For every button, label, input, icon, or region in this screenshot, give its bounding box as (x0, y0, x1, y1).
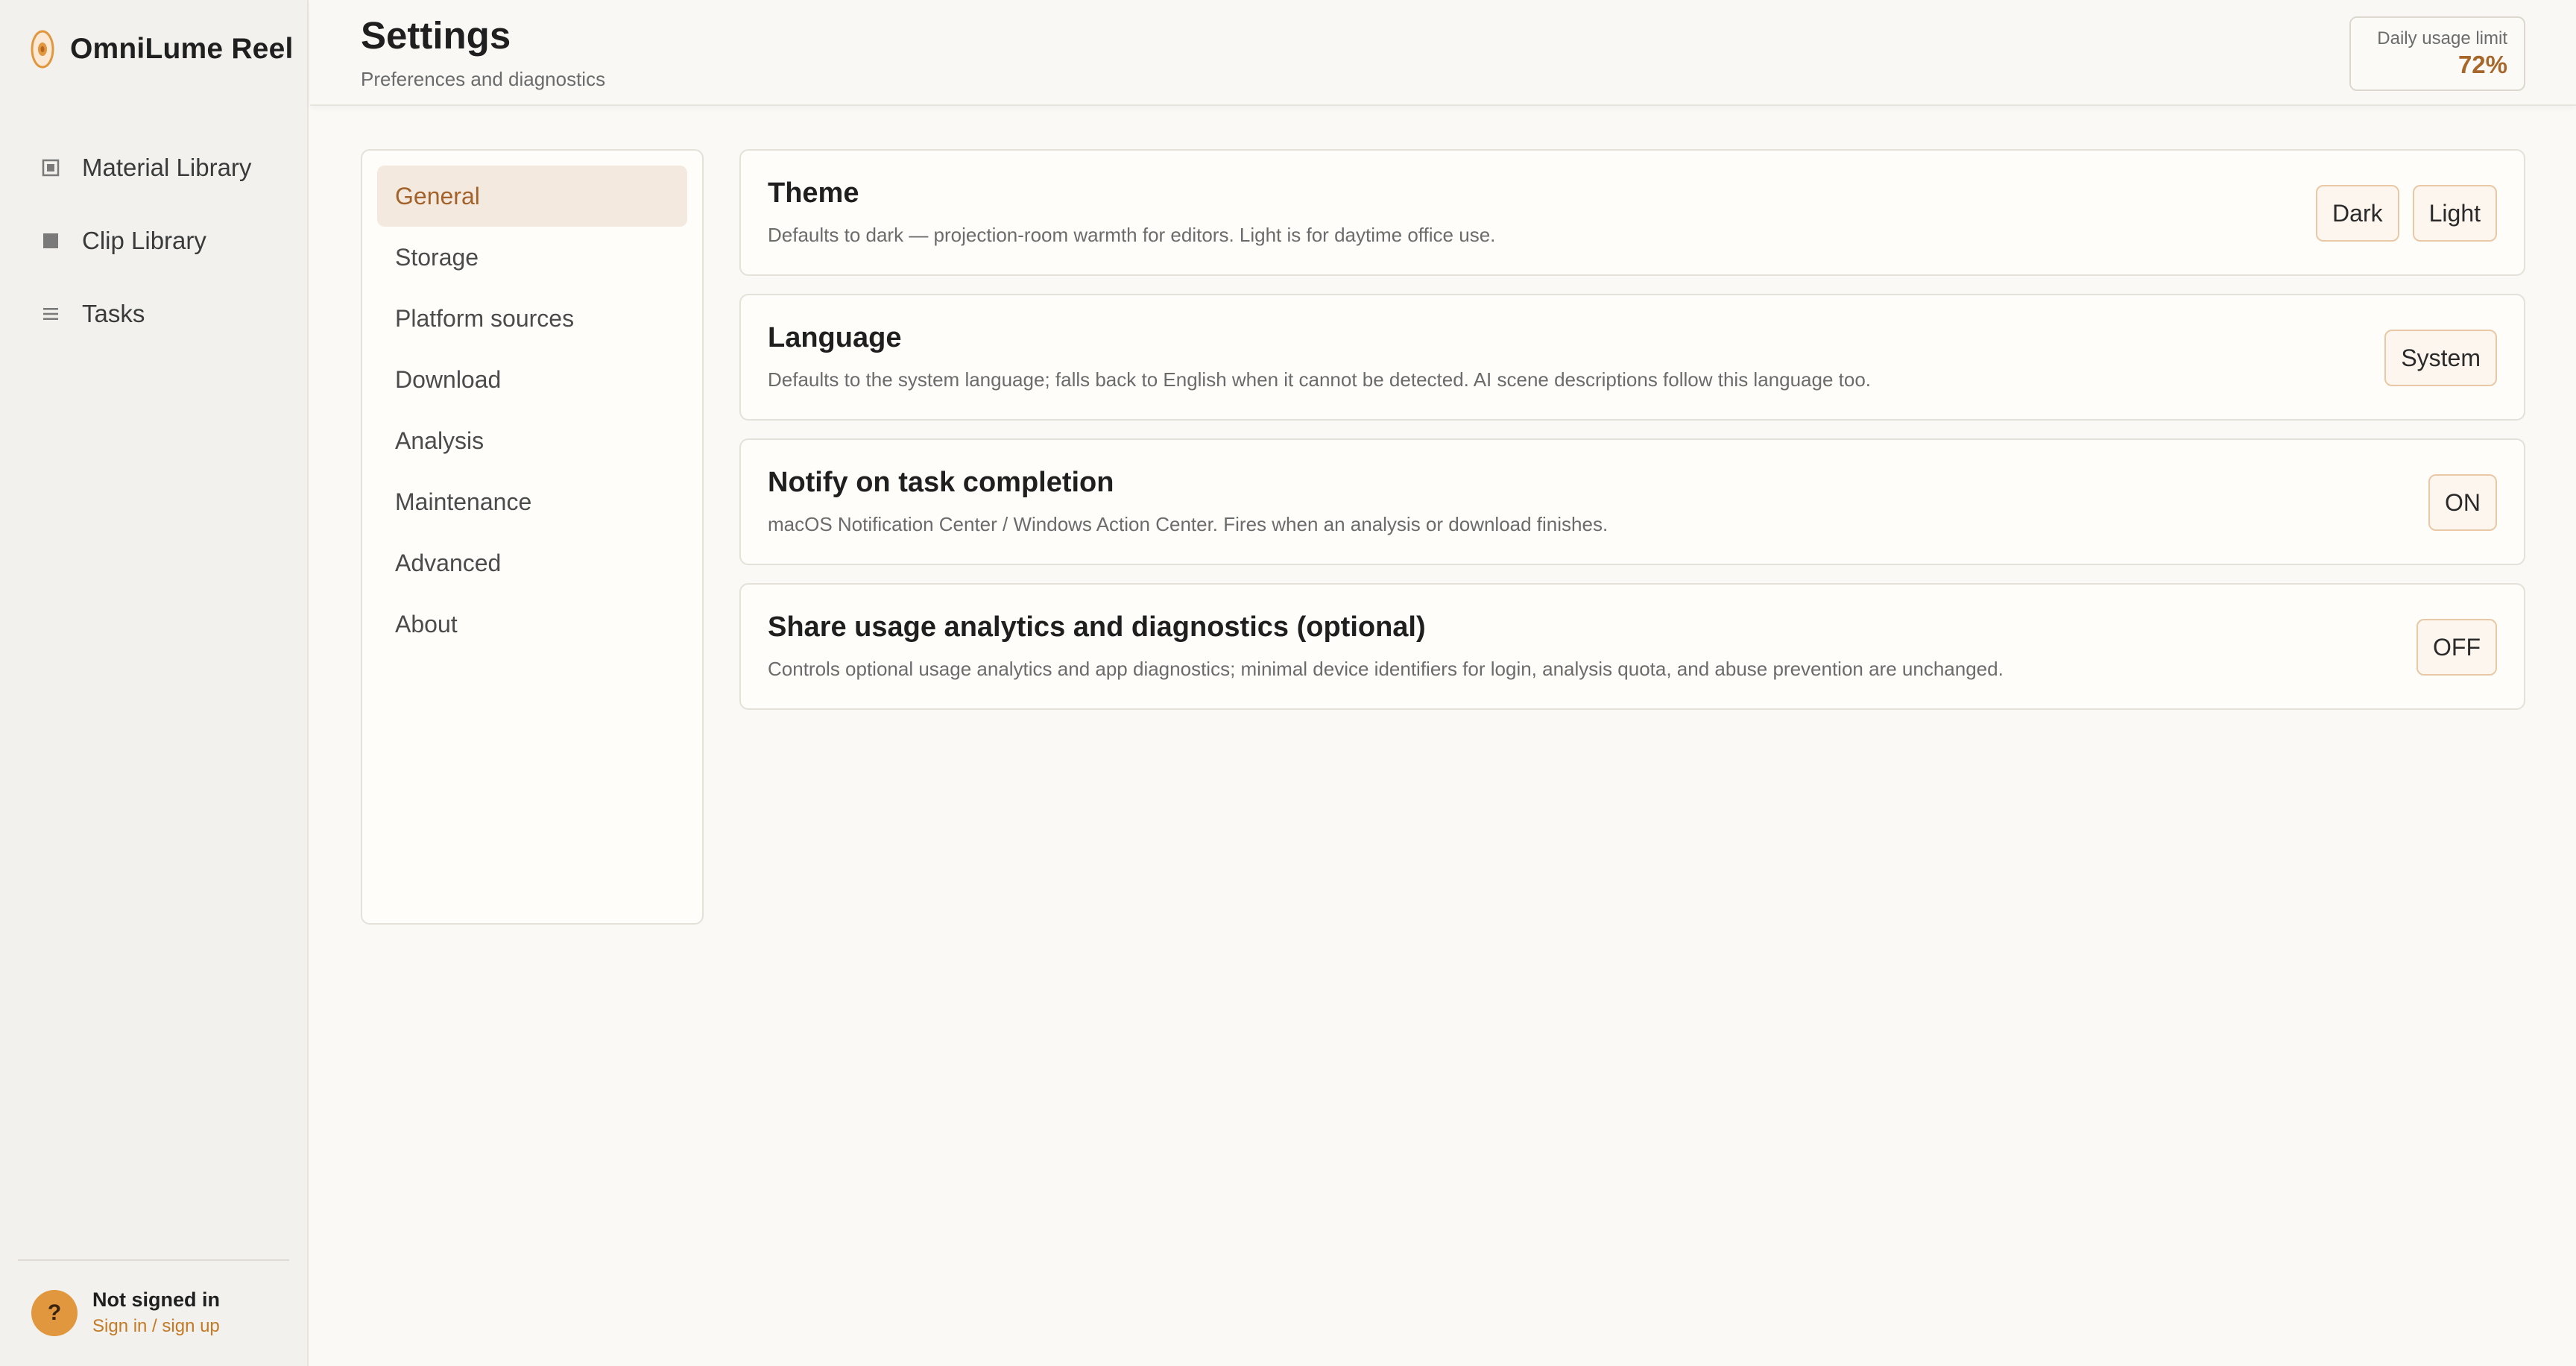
setting-description: Defaults to dark — projection-room warmt… (768, 224, 1496, 246)
settings-tab-download[interactable]: Download (377, 349, 687, 410)
page-header: Settings Preferences and diagnostics Dai… (310, 0, 2576, 106)
app-window: OmniLume Reel Material Library Clip Libr… (0, 0, 2576, 1366)
theme-light-button[interactable]: Light (2412, 185, 2497, 242)
language-setting-card: Language Defaults to the system language… (739, 294, 2525, 421)
settings-tab-label: General (395, 182, 480, 210)
avatar[interactable]: ? (31, 1289, 78, 1336)
settings-tab-label: Platform sources (395, 304, 575, 332)
account-panel: ? Not signed in Sign in / sign up (31, 1288, 220, 1337)
settings-tab-advanced[interactable]: Advanced (377, 532, 687, 594)
clip-library-icon (43, 233, 58, 248)
setting-description: Defaults to the system language; falls b… (768, 368, 1872, 391)
sidebar-item-label: Material Library (82, 154, 252, 181)
sidebar-item-material-library[interactable]: Material Library (0, 131, 307, 204)
settings-tab-label: Maintenance (395, 488, 532, 515)
sidebar-item-label: Clip Library (82, 227, 206, 254)
settings-tab-analysis[interactable]: Analysis (377, 410, 687, 471)
page-title: Settings (361, 14, 511, 57)
sidebar-nav: Material Library Clip Library Tasks (0, 131, 307, 350)
setting-description: Controls optional usage analytics and ap… (768, 658, 2004, 680)
sidebar-item-label: Tasks (82, 300, 145, 327)
setting-description: macOS Notification Center / Windows Acti… (768, 513, 1609, 535)
page-subtitle: Preferences and diagnostics (361, 68, 606, 90)
settings-tab-about[interactable]: About (377, 594, 687, 655)
sidebar-item-clip-library[interactable]: Clip Library (0, 204, 307, 277)
brand: OmniLume Reel (30, 28, 294, 70)
notify-controls: ON (2428, 474, 2497, 531)
general-settings: Theme Defaults to dark — projection-room… (739, 149, 2525, 728)
analytics-toggle-button[interactable]: OFF (2416, 619, 2497, 676)
settings-tab-platform-sources[interactable]: Platform sources (377, 288, 687, 349)
setting-title: Theme (768, 177, 859, 209)
usage-limit-value: 72% (2457, 51, 2507, 78)
analytics-setting-card: Share usage analytics and diagnostics (o… (739, 583, 2525, 710)
settings-tab-label: Advanced (395, 549, 502, 576)
sign-in-link[interactable]: Sign in / sign up (92, 1316, 220, 1337)
app-name: OmniLume Reel (70, 33, 294, 65)
film-reel-logo-icon (31, 30, 54, 69)
material-library-icon (42, 159, 60, 177)
notify-toggle-button[interactable]: ON (2428, 474, 2497, 531)
theme-dark-button[interactable]: Dark (2316, 185, 2399, 242)
analytics-controls: OFF (2416, 619, 2497, 676)
sidebar: OmniLume Reel Material Library Clip Libr… (0, 0, 309, 1366)
settings-tab-general[interactable]: General (377, 166, 687, 227)
account-status: Not signed in (92, 1288, 220, 1311)
setting-title: Share usage analytics and diagnostics (o… (768, 611, 1426, 643)
sidebar-divider (18, 1259, 289, 1261)
tasks-list-icon (43, 308, 58, 320)
language-select-button[interactable]: System (2384, 330, 2497, 386)
settings-tab-maintenance[interactable]: Maintenance (377, 471, 687, 532)
theme-setting-card: Theme Defaults to dark — projection-room… (739, 149, 2525, 276)
settings-tab-label: Download (395, 365, 502, 393)
language-controls: System (2384, 330, 2497, 386)
notify-setting-card: Notify on task completion macOS Notifica… (739, 438, 2525, 565)
settings-tab-label: Analysis (395, 427, 484, 454)
account-text: Not signed in Sign in / sign up (92, 1288, 220, 1337)
sidebar-item-tasks[interactable]: Tasks (0, 277, 307, 350)
setting-title: Notify on task completion (768, 467, 1114, 498)
settings-tab-storage[interactable]: Storage (377, 227, 687, 288)
usage-limit-badge: Daily usage limit 72% (2349, 16, 2525, 91)
setting-title: Language (768, 322, 902, 353)
settings-category-nav: General Storage Platform sources Downloa… (361, 149, 704, 925)
usage-limit-label: Daily usage limit (2377, 28, 2507, 48)
settings-tab-label: Storage (395, 243, 479, 271)
theme-options: Dark Light (2316, 185, 2497, 242)
settings-tab-label: About (395, 610, 458, 638)
